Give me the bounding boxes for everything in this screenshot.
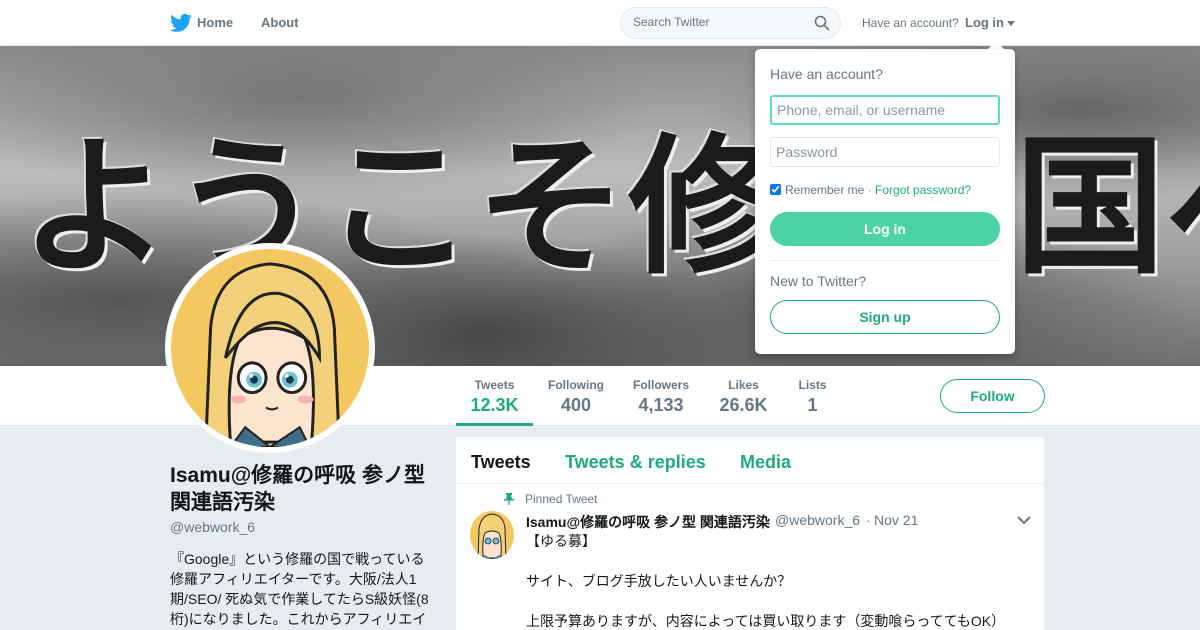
- stat-label: Lists: [798, 378, 827, 392]
- stat-value: 1: [807, 395, 818, 415]
- chevron-down-icon[interactable]: [1017, 515, 1031, 525]
- remember-me-checkbox[interactable]: [770, 184, 781, 195]
- tweet-avatar[interactable]: [470, 511, 514, 559]
- profile-bio: 『Google』という修羅の国で戦っている修羅アフィリエイターです。大阪/法人1…: [170, 551, 429, 627]
- remember-me-label[interactable]: Remember me: [785, 183, 864, 197]
- profile-display-name[interactable]: Isamu@修羅の呼吸 参ノ型 関連語汚染: [170, 462, 450, 516]
- tweet-text-line: 【ゆる募】: [526, 533, 596, 549]
- stat-label: Following: [548, 378, 604, 392]
- stat-value: 12.3K: [470, 395, 519, 415]
- avatar-illustration: [171, 249, 369, 447]
- caret-down-icon[interactable]: [1007, 21, 1015, 26]
- profile-handle[interactable]: @webwork_6: [170, 519, 255, 535]
- stat-likes[interactable]: Likes 26.6K: [715, 366, 772, 426]
- profile-avatar[interactable]: [165, 243, 375, 453]
- tweet-text-line: 上限予算ありますが、内容によっては買い取ります（変動喰らっててもOK）: [526, 613, 1006, 629]
- stat-label: Likes: [728, 378, 759, 392]
- pinned-tweet-label: Pinned Tweet: [525, 492, 598, 506]
- stat-tweets[interactable]: Tweets 12.3K: [456, 366, 533, 426]
- follow-button[interactable]: Follow: [940, 379, 1045, 413]
- tweet-author-handle[interactable]: @webwork_6: [775, 512, 860, 528]
- timeline: Tweets Tweets & replies Media Pinned Twe…: [456, 437, 1044, 630]
- nav-home-link[interactable]: Home: [197, 15, 233, 30]
- new-to-twitter-text: New to Twitter?: [770, 273, 867, 289]
- tweet-author-name[interactable]: Isamu@修羅の呼吸 参ノ型 関連語汚染: [526, 512, 770, 532]
- login-dropdown: Have an account? Remember me · Forgot pa…: [755, 49, 1015, 354]
- top-navigation-bar: Home About Have an account? Log in: [0, 0, 1200, 46]
- stat-following[interactable]: Following 400: [545, 366, 607, 426]
- stat-value: 4,133: [638, 395, 684, 415]
- login-dropdown-toggle[interactable]: Log in: [965, 15, 1004, 30]
- nav-about-link[interactable]: About: [261, 15, 299, 30]
- dropdown-divider: [770, 260, 1000, 261]
- twitter-bird-icon[interactable]: [170, 13, 192, 33]
- stat-value: 26.6K: [719, 395, 768, 415]
- forgot-password-link[interactable]: Forgot password?: [875, 183, 971, 197]
- tweet-avatar-image: [470, 511, 514, 559]
- tab-tweets[interactable]: Tweets: [471, 452, 531, 473]
- username-field[interactable]: [770, 95, 1000, 125]
- login-button[interactable]: Log in: [770, 212, 1000, 246]
- tweet-text-line: サイト、ブログ手放したい人いませんか？: [526, 573, 792, 589]
- remember-row: Remember me · Forgot password?: [770, 183, 971, 197]
- stat-value: 400: [560, 395, 592, 415]
- tab-media[interactable]: Media: [740, 452, 791, 473]
- tab-tweets-and-replies[interactable]: Tweets & replies: [565, 452, 706, 473]
- stat-followers[interactable]: Followers 4,133: [630, 366, 692, 426]
- search-input[interactable]: [633, 15, 803, 29]
- search-icon[interactable]: [814, 15, 830, 31]
- tweet-date[interactable]: Nov 21: [874, 512, 918, 528]
- dropdown-title: Have an account?: [770, 66, 883, 82]
- search-box: [620, 7, 841, 39]
- timeline-tabs: Tweets Tweets & replies Media: [456, 437, 1044, 484]
- stat-label: Followers: [632, 378, 689, 392]
- pin-icon: [504, 493, 514, 505]
- dropdown-arrow: [988, 41, 1004, 49]
- banner-caption-right: 国へ: [1015, 119, 1200, 295]
- tweet-separator: ·: [866, 512, 871, 528]
- password-field[interactable]: [770, 137, 1000, 167]
- stat-label: Tweets: [474, 378, 515, 392]
- have-account-text: Have an account?: [862, 16, 959, 30]
- stat-lists[interactable]: Lists 1: [795, 366, 830, 426]
- remember-separator: ·: [864, 183, 876, 197]
- signup-button[interactable]: Sign up: [770, 300, 1000, 334]
